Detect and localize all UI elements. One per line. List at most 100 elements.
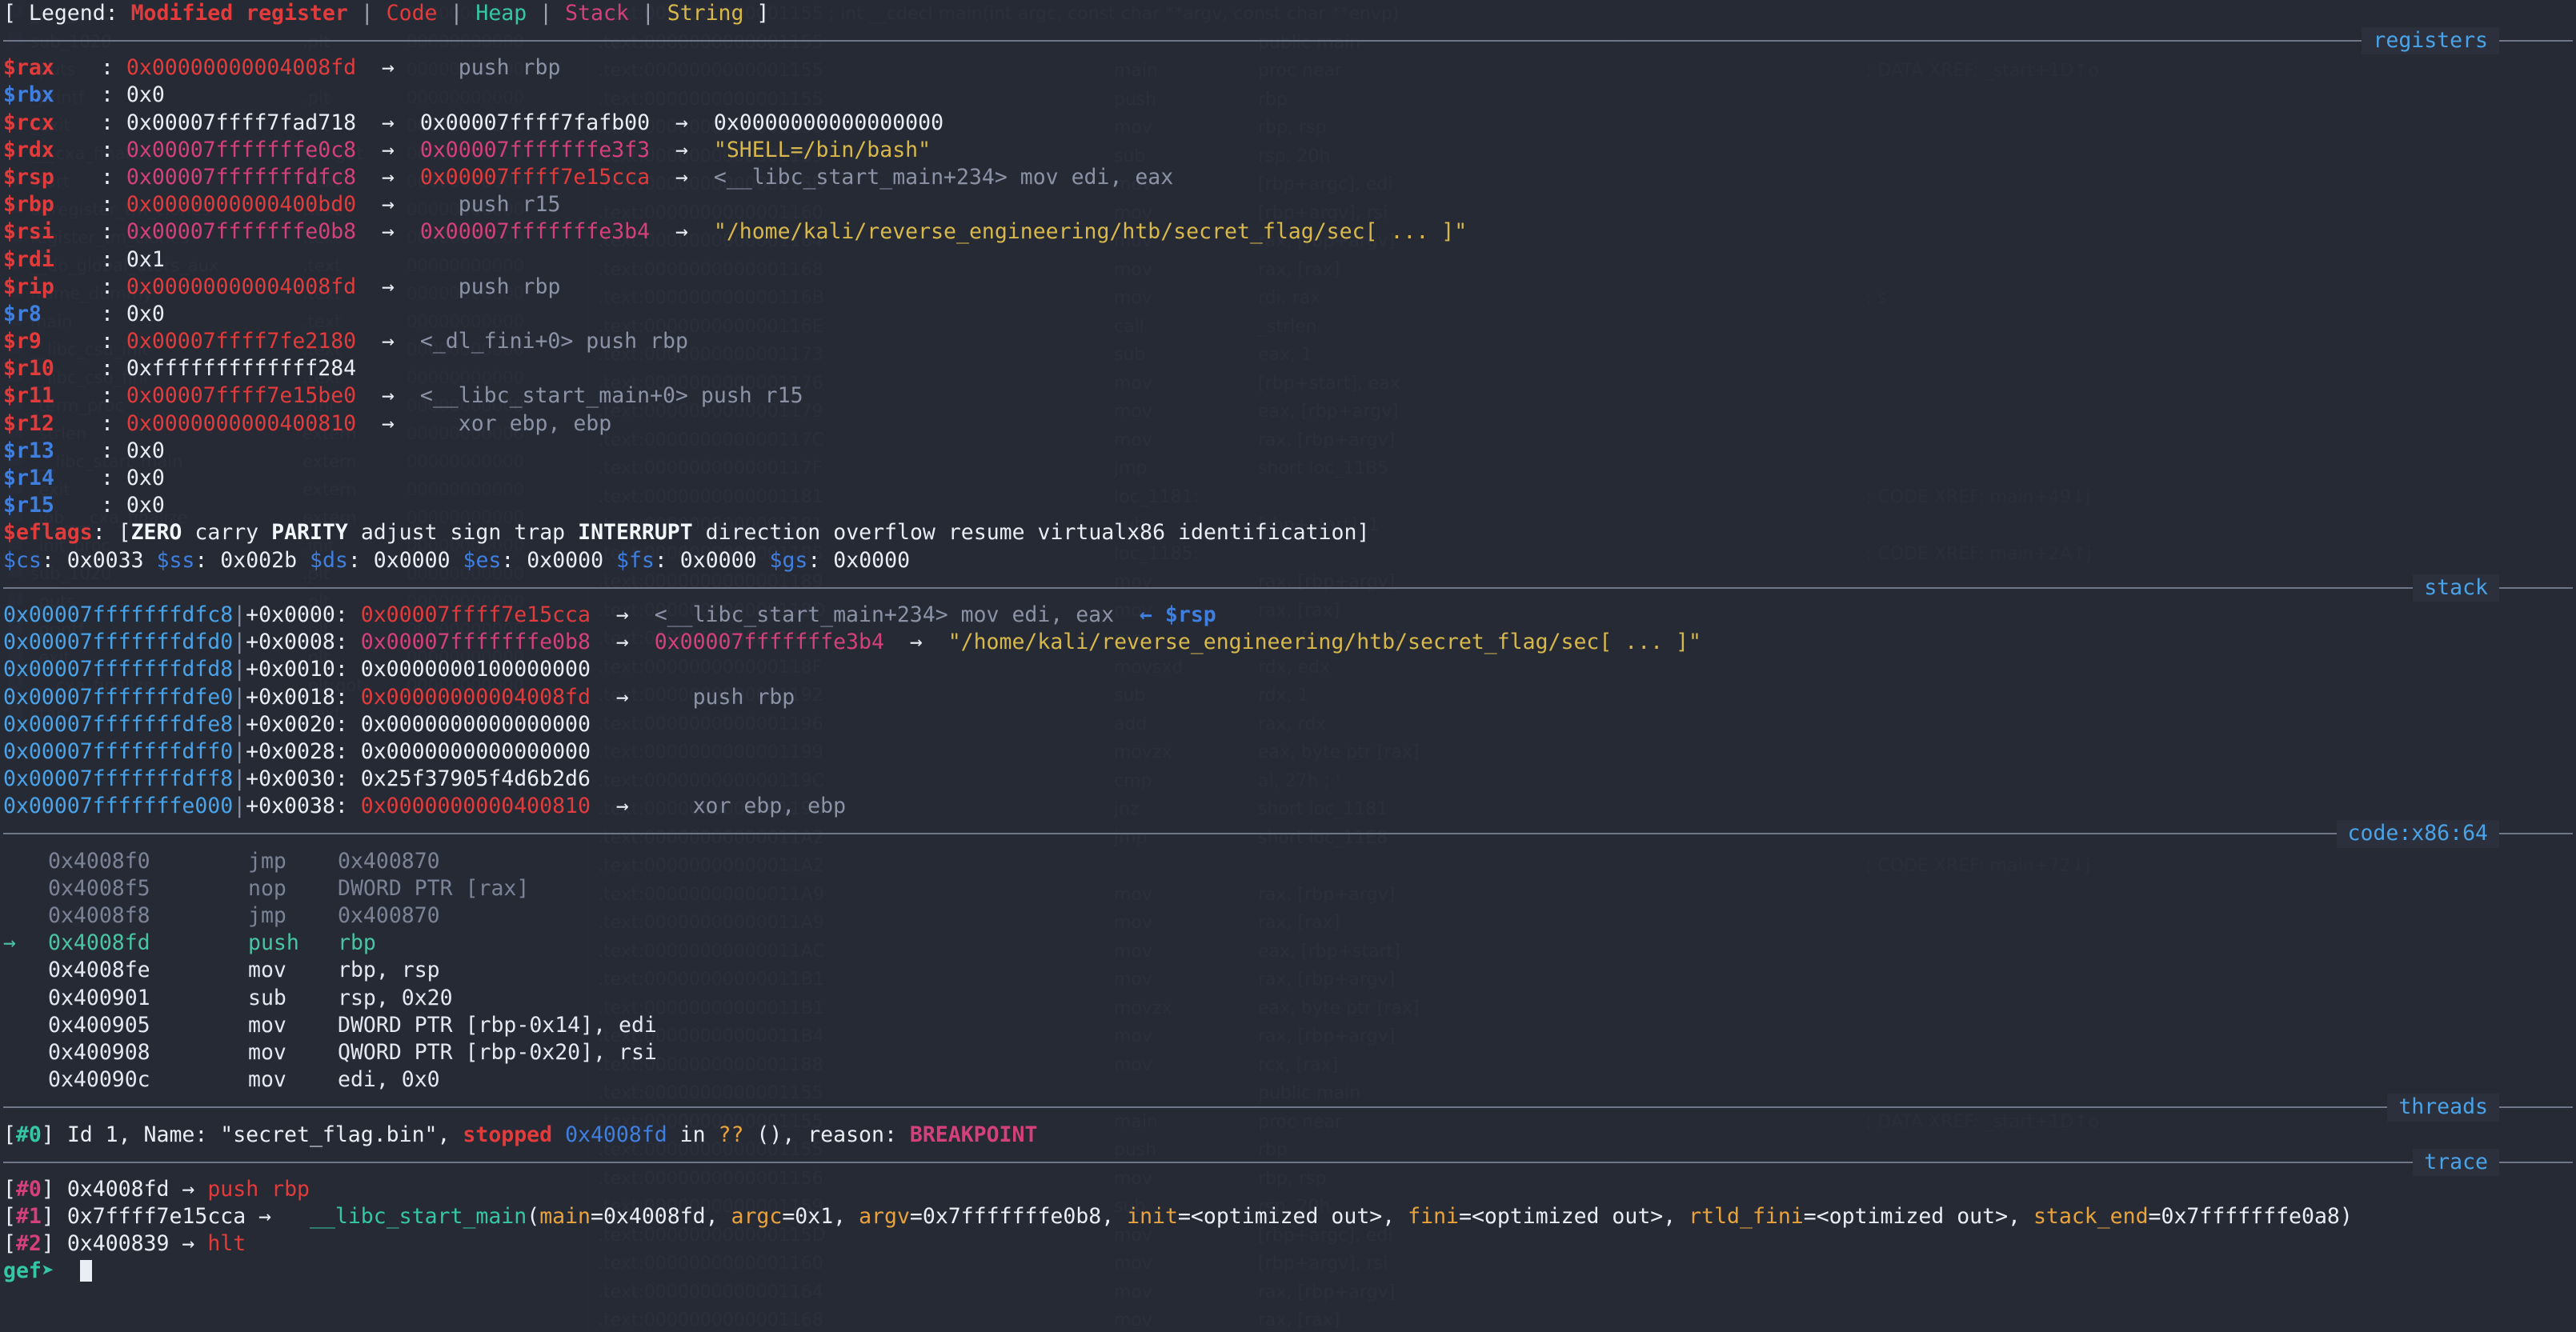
register-name: $rbx — [3, 82, 54, 108]
thread-reason: BREAKPOINT — [909, 1122, 1038, 1147]
register-deref-value: 0x00007ffff7fafb00 — [419, 110, 651, 135]
stack-value: 0x0000000000000000 — [360, 738, 591, 764]
register-deref-value: push r15 — [458, 192, 561, 218]
register-row: $rdi: 0x1 — [0, 246, 2576, 274]
register-value: 0x0000000000400810 — [126, 410, 357, 436]
stack-row: 0x00007fffffffdff8|+0x0030: 0x25f37905f4… — [0, 766, 2576, 793]
register-value: 0x00007ffff7fe2180 — [126, 329, 357, 354]
code-pane: 0x4008f0 jmp 0x400870 0x4008f5 nop DWORD PTR… — [0, 848, 2576, 1094]
trace-arrow-icon: → — [169, 1231, 208, 1257]
text-cursor[interactable] — [79, 1260, 92, 1282]
trace-address: 0x7ffff7e15cca — [66, 1204, 246, 1230]
stack-deref-value: xor ebp, ebp — [692, 794, 847, 819]
code-row: 0x400905 mov DWORD PTR [rbp-0x14], edi — [0, 1012, 2576, 1039]
stack-address: 0x00007fffffffdff8 — [3, 766, 234, 792]
code-mnemonic: mov — [248, 958, 286, 983]
trace-address: 0x4008fd — [66, 1176, 170, 1202]
gef-prompt-line[interactable]: gef➤ — [0, 1258, 2576, 1290]
code-mnemonic: mov — [248, 1039, 286, 1065]
dereference-arrow: → — [356, 55, 420, 81]
stack-value: 0x0000000000000000 — [360, 711, 591, 737]
register-deref-value: "SHELL=/bin/bash" — [713, 137, 931, 162]
register-row: $rdx: 0x00007fffffffe0c8 → 0x00007ffffff… — [0, 137, 2576, 164]
code-mnemonic: mov — [248, 1067, 286, 1093]
register-colon: : — [101, 164, 126, 190]
eflags-close: ] — [1356, 520, 1370, 546]
eflag-interrupt: INTERRUPT — [578, 520, 693, 546]
trace-index: #2 — [15, 1231, 42, 1257]
stack-deref-value: <__libc_start_main+234> mov edi, eax — [654, 602, 1115, 627]
legend-sep-1: | — [347, 1, 387, 26]
code-operands: 0x400870 — [338, 848, 440, 874]
trace-part: =<optimized out>, — [1177, 1204, 1408, 1230]
stack-offset: +0x0010: — [246, 657, 361, 682]
segment-name-fs: $fs — [616, 547, 655, 573]
stack-value: 0x0000000100000000 — [360, 657, 591, 682]
legend-sep-3: | — [527, 1, 566, 26]
thread-function: ?? — [718, 1122, 744, 1147]
stack-offset: +0x0030: — [246, 766, 361, 792]
register-colon: : — [101, 383, 126, 409]
eflag-carry: carry — [194, 520, 259, 546]
stack-address: 0x00007fffffffdfc8 — [3, 602, 234, 627]
register-value: 0x0 — [126, 301, 165, 326]
registers-pane: $rax: 0x00000000004008fd → push rbp $rbx:… — [0, 54, 2576, 519]
register-row: $r14: 0x0 — [0, 465, 2576, 492]
code-operands: DWORD PTR [rbp-0x14], edi — [338, 1012, 657, 1038]
eflag-identification: identification — [1178, 520, 1357, 546]
register-row: $r11: 0x00007ffff7e15be0 → <__libc_start… — [0, 382, 2576, 410]
current-instruction-arrow-icon — [3, 1039, 48, 1066]
current-instruction-arrow-icon: → — [3, 930, 16, 956]
code-address: 0x4008fd — [48, 930, 150, 956]
stack-offset: +0x0018: — [246, 684, 361, 710]
eflag-resume: resume — [947, 520, 1025, 546]
legend-label: Legend: — [28, 1, 131, 26]
segment-registers-line: $cs: 0x0033 $ss: 0x002b $ds: 0x0000 $es:… — [0, 547, 2576, 574]
segment-name-es: $es — [463, 547, 502, 573]
trace-part: =0x4008fd, — [591, 1204, 731, 1230]
register-name: $r15 — [3, 493, 54, 518]
thread-reason-label: (), reason: — [743, 1122, 910, 1147]
code-address: 0x4008fe — [48, 958, 150, 983]
register-name: $r14 — [3, 466, 54, 490]
section-header-registers: registers — [0, 27, 2576, 55]
register-deref-value: push rbp — [458, 55, 561, 81]
stack-address: 0x00007fffffffdfe0 — [3, 684, 234, 710]
thread-in-text: in — [667, 1122, 719, 1147]
current-instruction-arrow-icon — [3, 848, 48, 875]
stack-address: 0x00007fffffffdfd8 — [3, 657, 234, 682]
trace-arrow-icon: → — [169, 1176, 208, 1202]
register-colon: : — [101, 329, 126, 354]
trace-row: [#2] 0x400839 → hlt — [0, 1230, 2576, 1258]
eflags-label: $eflags — [3, 520, 93, 546]
register-deref-value: <__libc_start_main+0> push r15 — [419, 383, 803, 409]
register-colon: : — [101, 219, 126, 245]
stack-value: 0x00007ffff7e15cca — [360, 602, 591, 627]
current-instruction-arrow-icon — [3, 875, 48, 902]
current-instruction-arrow-icon — [3, 957, 48, 984]
trace-bracket-open: [ — [3, 1231, 16, 1257]
dereference-arrow: → — [650, 219, 714, 245]
register-name: $rdx — [3, 137, 54, 162]
register-colon: : — [101, 82, 126, 108]
stack-offset: +0x0020: — [246, 711, 361, 737]
trace-part: rtld_fini — [1689, 1204, 1804, 1230]
segment-name-ds: $ds — [310, 547, 348, 573]
trace-part: __libc_start_main — [284, 1204, 527, 1230]
register-deref-value: 0x00007fffffffe3f3 — [419, 137, 651, 162]
stack-address: 0x00007fffffffdfe8 — [3, 711, 234, 737]
section-rule — [3, 1161, 2573, 1163]
register-value: 0x0 — [126, 466, 165, 490]
code-mnemonic: sub — [248, 985, 286, 1010]
